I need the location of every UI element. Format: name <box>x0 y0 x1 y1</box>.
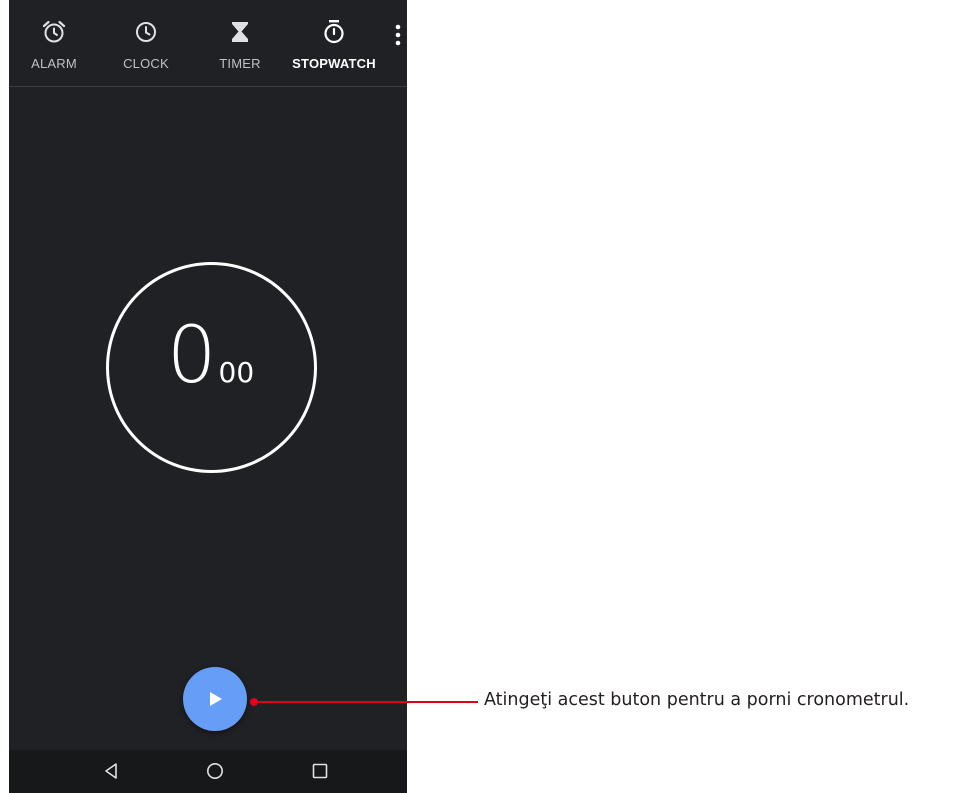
tab-alarm[interactable]: ALARM <box>19 0 89 86</box>
stopwatch-icon <box>324 20 344 44</box>
stopwatch-seconds: 0 <box>166 311 217 401</box>
tab-stopwatch-label: STOPWATCH <box>292 56 376 71</box>
stopwatch-dial: 0 00 <box>106 262 317 473</box>
alarm-clock-icon <box>42 20 66 43</box>
clock-icon <box>136 22 156 42</box>
stopwatch-time: 0 00 <box>109 265 320 470</box>
tab-clock[interactable]: CLOCK <box>111 0 181 86</box>
tab-timer-label: TIMER <box>219 56 261 71</box>
stopwatch-hundredths: 00 <box>218 356 255 389</box>
tab-stopwatch[interactable]: STOPWATCH <box>284 0 384 86</box>
system-navigation-bar <box>9 750 407 793</box>
tab-clock-label: CLOCK <box>123 56 169 71</box>
back-triangle-icon[interactable] <box>103 762 119 780</box>
callout-line <box>250 701 478 703</box>
screenshot-canvas: ALARM CLOCK TIMER STOPWATCH 0 00 Atingeţ… <box>0 0 974 793</box>
home-circle-icon[interactable] <box>206 762 224 780</box>
recents-square-icon[interactable] <box>311 762 329 780</box>
callout-text: Atingeţi acest buton pentru a porni cron… <box>484 690 910 710</box>
play-icon <box>210 692 222 706</box>
start-stopwatch-button[interactable] <box>183 667 247 731</box>
tab-timer[interactable]: TIMER <box>205 0 275 86</box>
tab-alarm-label: ALARM <box>31 56 77 71</box>
tab-bar: ALARM CLOCK TIMER STOPWATCH <box>9 0 407 87</box>
hourglass-icon <box>232 22 248 42</box>
callout-dot <box>250 698 258 706</box>
phone-screen: ALARM CLOCK TIMER STOPWATCH 0 00 <box>9 0 407 793</box>
more-vert-icon[interactable] <box>387 20 407 50</box>
